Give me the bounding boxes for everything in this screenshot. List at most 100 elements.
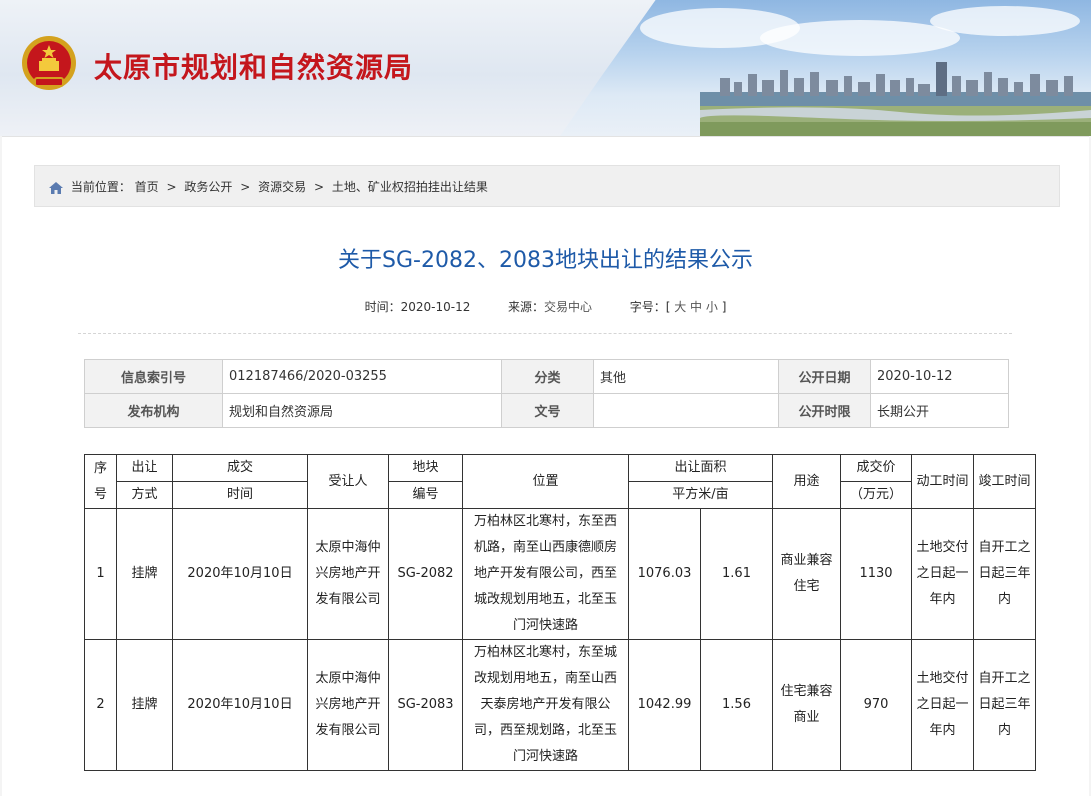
cell-method: 挂牌 [116, 508, 173, 640]
header-method-sub: 方式 [116, 481, 173, 509]
time-label: 时间： [364, 300, 401, 314]
header-location: 位置 [462, 454, 629, 509]
cell-area-m2: 1076.03 [628, 508, 701, 640]
info-row: 发布机构 规划和自然资源局 文号 公开时限 长期公开 [84, 393, 1009, 428]
cell-area-m2: 1042.99 [628, 639, 701, 771]
site-header: 太原市规划和自然资源局 [0, 0, 1091, 136]
cell-location: 万柏林区北寒村，东至西 机路，南至山西康德顺房 地产开发有限公司，西至 城改规划… [462, 508, 629, 640]
header-use: 用途 [772, 454, 841, 509]
font-size-bracket: ] [721, 300, 727, 314]
national-emblem-icon [22, 36, 76, 90]
breadcrumb-item-land-results[interactable]: 土地、矿业权招拍挂出让结果 [332, 180, 488, 194]
info-key: 公开日期 [778, 359, 871, 394]
start-line: 之日起一 [916, 566, 969, 581]
buyer-line: 发有限公司 [315, 723, 381, 738]
cell-start: 土地交付 之日起一 年内 [911, 508, 974, 640]
start-line: 之日起一 [916, 697, 969, 712]
cell-use: 商业兼容 住宅 [772, 508, 841, 640]
use-line: 住宅兼容 [780, 684, 833, 699]
cell-finish: 自开工之 日起三年 内 [973, 639, 1036, 771]
info-value: 2020-10-12 [870, 359, 1009, 394]
breadcrumb-prefix: 当前位置： [70, 180, 131, 194]
breadcrumb-separator: > [166, 180, 177, 194]
results-table: 序号 出让 成交 受让人 地块 位置 出让面积 用途 成交价 动工时间 竣工时间… [84, 454, 1036, 771]
font-size-small-link[interactable]: 小 [706, 300, 718, 314]
cell-method: 挂牌 [116, 639, 173, 771]
use-line: 住宅 [793, 579, 820, 594]
divider [78, 333, 1012, 334]
header-lot-sub: 编号 [388, 481, 463, 509]
use-line: 商业 [793, 710, 820, 725]
finish-line: 内 [997, 723, 1011, 738]
breadcrumb: 当前位置： 首页 > 政务公开 > 资源交易 > 土地、矿业权招拍挂出让结果 [34, 165, 1060, 207]
start-line: 土地交付 [916, 540, 969, 555]
location-line: 万柏林区北寒村，东至西 [473, 514, 617, 529]
font-size-label: 字号：[ [629, 300, 671, 314]
cloud-decoration [930, 6, 1080, 36]
table-row: 1 挂牌 2020年10月10日 太原中海仲 兴房地产开 发有限公司 SG-20… [84, 508, 1036, 640]
buyer-line: 发有限公司 [315, 592, 381, 607]
home-icon [49, 181, 63, 194]
location-line: 门河快速路 [512, 618, 578, 633]
header-buyer: 受让人 [307, 454, 389, 509]
location-line: 机路，南至山西康德顺房 [473, 540, 617, 555]
start-line: 年内 [929, 592, 956, 607]
header-finish: 竣工时间 [973, 454, 1036, 509]
cell-price: 970 [840, 639, 912, 771]
cloud-decoration [760, 20, 960, 56]
header-date-sub: 时间 [172, 481, 308, 509]
info-table: 信息索引号 012187466/2020-03255 分类 其他 公开日期 20… [84, 359, 1009, 428]
breadcrumb-item-gov-affairs[interactable]: 政务公开 [184, 180, 232, 194]
content-container: 当前位置： 首页 > 政务公开 > 资源交易 > 土地、矿业权招拍挂出让结果 关… [2, 136, 1089, 796]
header-date: 成交 [172, 454, 308, 482]
article-meta: 时间：2020-10-12 来源：交易中心 字号：[ 大 中 小 ] [2, 298, 1089, 315]
table-header-row: 序号 出让 成交 受让人 地块 位置 出让面积 用途 成交价 动工时间 竣工时间 [84, 454, 1036, 509]
buyer-line: 太原中海仲 [315, 671, 381, 686]
info-key: 公开时限 [778, 393, 871, 428]
cell-seq: 2 [84, 639, 117, 771]
breadcrumb-separator: > [240, 180, 251, 194]
info-key: 信息索引号 [84, 359, 223, 394]
finish-line: 内 [997, 592, 1011, 607]
header-method: 出让 [116, 454, 173, 482]
info-value: 规划和自然资源局 [222, 393, 502, 428]
publish-time: 2020-10-12 [400, 300, 471, 314]
breadcrumb-item-home[interactable]: 首页 [135, 180, 159, 194]
breadcrumb-separator: > [313, 180, 325, 194]
cell-lot: SG-2083 [388, 639, 463, 771]
finish-line: 自开工之 [978, 540, 1031, 555]
buyer-line: 太原中海仲 [315, 540, 381, 555]
location-line: 万柏林区北寒村，东至城 [473, 645, 617, 660]
location-line: 天泰房地产开发有限公 [480, 697, 611, 712]
cell-area-mu: 1.56 [700, 639, 773, 771]
cell-date: 2020年10月10日 [172, 508, 308, 640]
article-title: 关于SG-2082、2083地块出让的结果公示 [338, 248, 753, 273]
cell-seq: 1 [84, 508, 117, 640]
cell-lot: SG-2082 [388, 508, 463, 640]
info-key: 分类 [501, 359, 594, 394]
header-seq: 序号 [84, 454, 117, 509]
location-line: 城改规划用地五，北至玉 [473, 592, 617, 607]
start-line: 年内 [929, 723, 956, 738]
font-size-medium-link[interactable]: 中 [690, 300, 702, 314]
location-line: 改规划用地五，南至山西 [473, 671, 617, 686]
finish-line: 日起三年 [978, 697, 1031, 712]
cell-start: 土地交付 之日起一 年内 [911, 639, 974, 771]
use-line: 商业兼容 [780, 553, 833, 568]
finish-line: 日起三年 [978, 566, 1031, 581]
site-title: 太原市规划和自然资源局 [94, 51, 414, 84]
cell-date: 2020年10月10日 [172, 639, 308, 771]
city-skyline-image [700, 62, 1091, 136]
header-start: 动工时间 [911, 454, 974, 509]
start-line: 土地交付 [916, 671, 969, 686]
info-value: 012187466/2020-03255 [222, 359, 502, 394]
buyer-line: 兴房地产开 [315, 566, 381, 581]
breadcrumb-item-resource-trade[interactable]: 资源交易 [258, 180, 306, 194]
info-value: 长期公开 [870, 393, 1009, 428]
location-line: 司，西至规划路，北至玉 [473, 723, 617, 738]
cell-buyer: 太原中海仲 兴房地产开 发有限公司 [307, 639, 389, 771]
header-area-sub: 平方米/亩 [628, 481, 773, 509]
finish-line: 自开工之 [978, 671, 1031, 686]
header-price: 成交价 [840, 454, 912, 482]
font-size-large-link[interactable]: 大 [674, 300, 686, 314]
